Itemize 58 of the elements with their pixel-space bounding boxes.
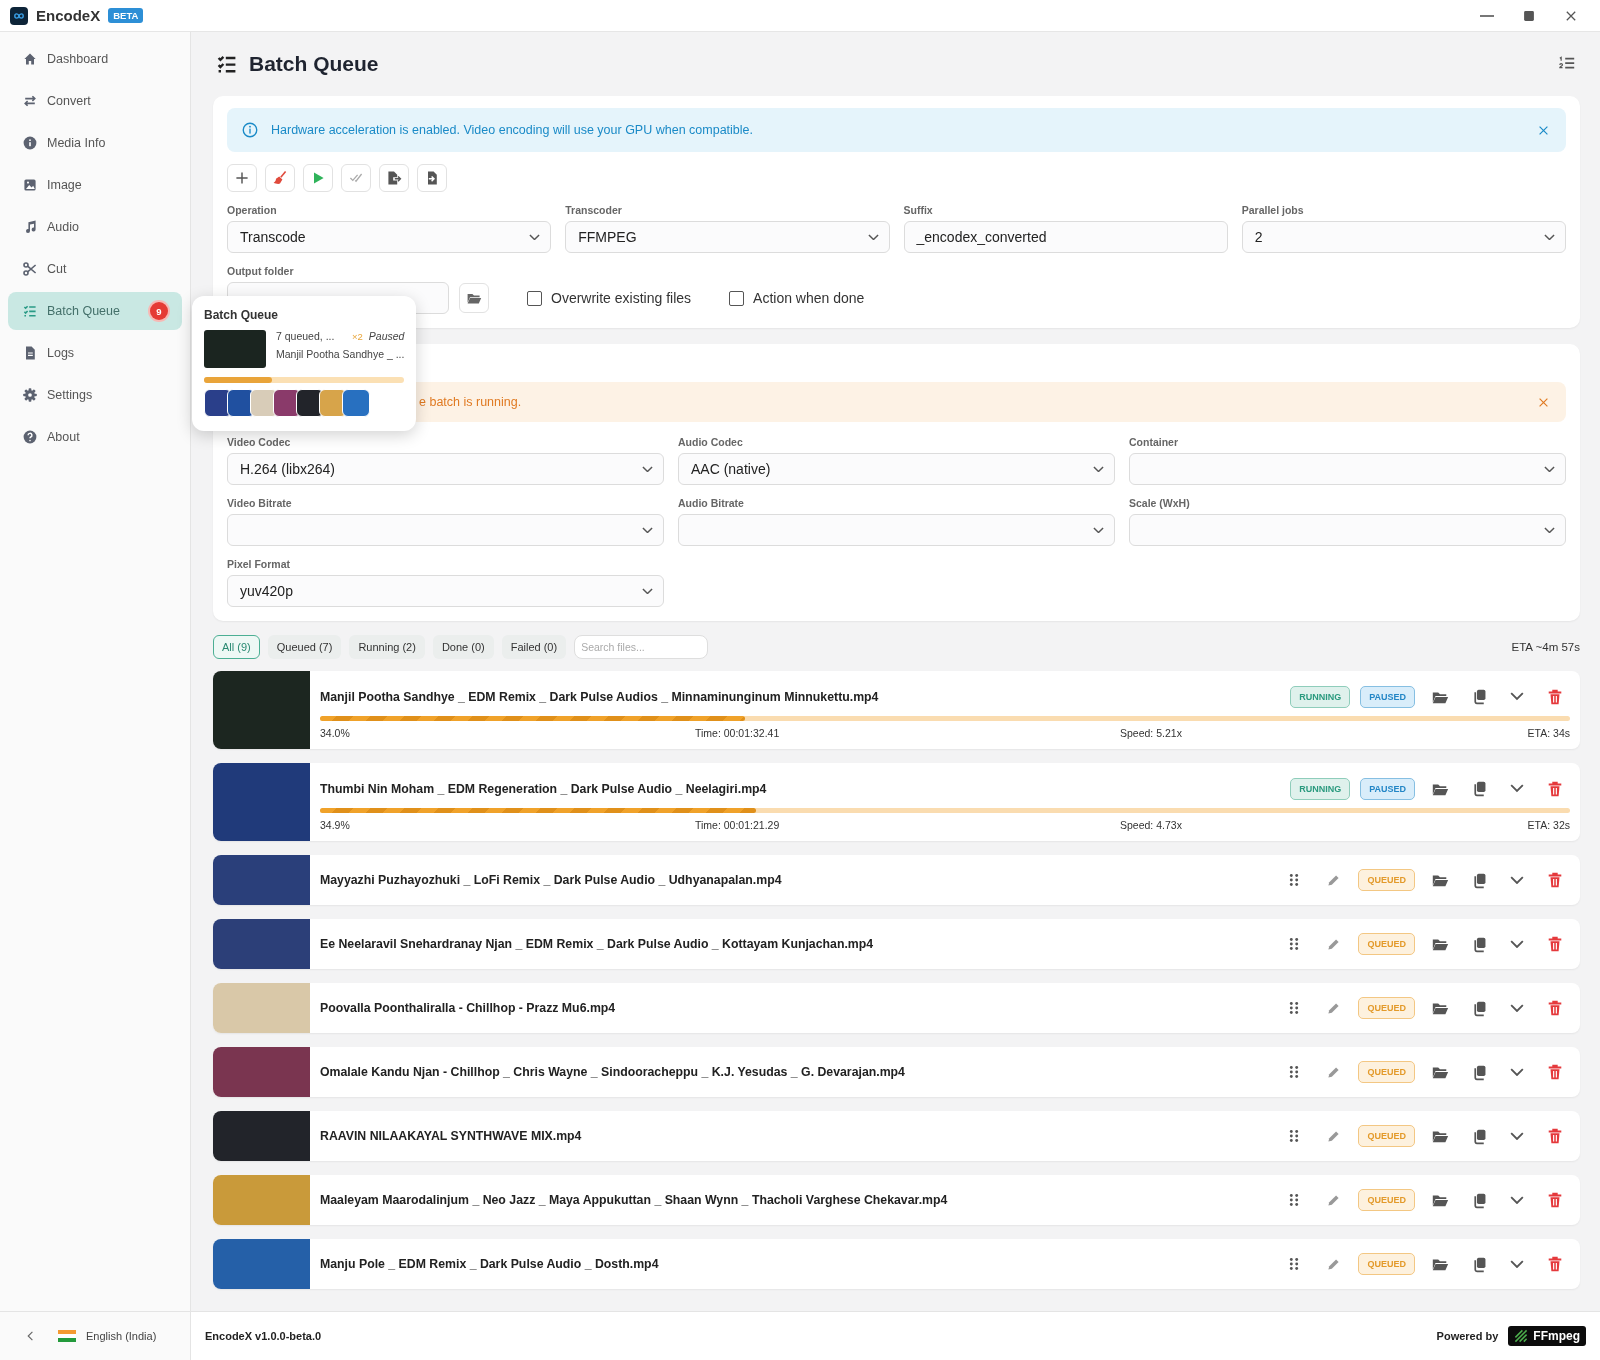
file-name: Ee Neelaravil Snehardranay Njan _ EDM Remix _ Dark Pulse Audio _ Kottayam Kunjachan.mp4 bbox=[320, 937, 875, 951]
queue-state: Paused bbox=[368, 330, 405, 342]
app-title: EncodeX bbox=[36, 7, 101, 24]
status-badge: QUEUED bbox=[1358, 1253, 1415, 1275]
total-eta: ETA ~4m 57s bbox=[1511, 641, 1580, 653]
speed-label: Speed: 4.73x bbox=[1120, 818, 1183, 831]
version-label: EncodeX v1.0.0-beta.0 bbox=[205, 1330, 322, 1342]
status-badge: QUEUED bbox=[1358, 933, 1415, 955]
file-name: Omalale Kandu Njan - Chillhop _ Chris Wayne _ Sindooracheppu _ K.J. Yesudas _ G. Devarajan.mp4 bbox=[320, 1065, 906, 1079]
parallel-count: ×2 bbox=[351, 330, 363, 342]
status-badge: QUEUED bbox=[1358, 997, 1415, 1019]
language-label: English (India) bbox=[86, 1330, 157, 1342]
percent-label: 34.0% bbox=[320, 726, 351, 739]
file-name: Manjil Pootha Sandhye _ EDM Remix _ Dark Pulse Audios _ Minnaminunginum Minnukettu.mp4 bbox=[320, 689, 880, 704]
ffmpeg-logo: FFmpeg bbox=[1508, 1326, 1586, 1346]
status-badge: PAUSED bbox=[1360, 777, 1415, 800]
status-badge: QUEUED bbox=[1358, 1189, 1415, 1211]
checkbox-label: Action when done bbox=[753, 290, 865, 306]
status-badge: PAUSED bbox=[1360, 685, 1415, 708]
field-label: Operation bbox=[227, 204, 278, 216]
warning-message: e batch is running. bbox=[419, 395, 523, 409]
field-label: Container bbox=[1129, 436, 1179, 448]
file-name: RAAVIN NILAAKAYAL SYNTHWAVE MIX.mp4 bbox=[320, 1129, 583, 1143]
field-label: Output folder bbox=[227, 265, 295, 277]
powered-by-label: Powered by bbox=[1436, 1330, 1499, 1342]
field-label: Transcoder bbox=[565, 204, 623, 216]
time-label: Time: 00:01:32.41 bbox=[695, 726, 781, 739]
beta-badge: BETA bbox=[108, 8, 144, 23]
status-badge: RUNNING bbox=[1290, 777, 1351, 800]
status-badge: RUNNING bbox=[1290, 685, 1351, 708]
speed-label: Speed: 5.21x bbox=[1120, 726, 1183, 739]
field-label: Audio Codec bbox=[678, 436, 744, 448]
eta-label: ETA: 34s bbox=[1527, 726, 1570, 739]
percent-label: 34.9% bbox=[320, 818, 351, 831]
current-file: Manjil Pootha Sandhye _ ... bbox=[276, 348, 405, 360]
field-label: Suffix bbox=[903, 204, 934, 216]
field-label: Video Codec bbox=[227, 436, 292, 448]
field-label: Parallel jobs bbox=[1241, 204, 1305, 216]
queue-summary: 7 queued, ... bbox=[276, 330, 335, 342]
popover-title: Batch Queue bbox=[204, 308, 279, 322]
field-label: Video Bitrate bbox=[227, 497, 293, 509]
field-label: Scale (WxH) bbox=[1129, 497, 1191, 509]
file-name: Poovalla Poonthaliralla - Chillhop - Prazz Mu6.mp4 bbox=[320, 1001, 617, 1015]
page-title: Batch Queue bbox=[249, 52, 380, 76]
file-name: Thumbi Nin Moham _ EDM Regeneration _ Dark Pulse Audio _ Neelagiri.mp4 bbox=[320, 781, 768, 796]
time-label: Time: 00:01:21.29 bbox=[695, 818, 781, 831]
info-message: Hardware acceleration is enabled. Video encoding will use your GPU when compatible. bbox=[271, 123, 754, 137]
status-badge: QUEUED bbox=[1358, 869, 1415, 891]
field-label: Audio Bitrate bbox=[678, 497, 745, 509]
count-badge: 9 bbox=[150, 302, 168, 320]
status-badge: QUEUED bbox=[1358, 1125, 1415, 1147]
checkbox-label: Overwrite existing files bbox=[551, 290, 692, 306]
status-badge: QUEUED bbox=[1358, 1061, 1415, 1083]
file-name: Maaleyam Maarodalinjum _ Neo Jazz _ Maya Appukuttan _ Shaan Wynn _ Thacholi Varghese Chekavar.mp4 bbox=[320, 1193, 949, 1207]
eta-label: ETA: 32s bbox=[1527, 818, 1570, 831]
field-label: Pixel Format bbox=[227, 558, 292, 570]
file-name: Manju Pole _ EDM Remix _ Dark Pulse Audio _ Dosth.mp4 bbox=[320, 1257, 660, 1271]
file-name: Mayyazhi Puzhayozhuki _ LoFi Remix _ Dark Pulse Audio _ Udhyanapalan.mp4 bbox=[320, 873, 783, 887]
